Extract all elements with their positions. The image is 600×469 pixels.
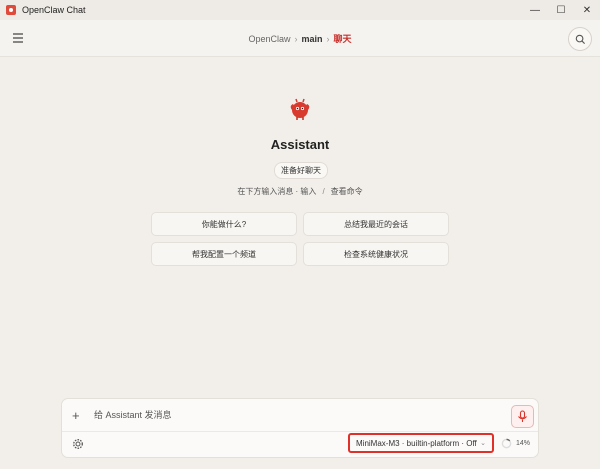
settings-button[interactable]	[72, 437, 84, 455]
suggestion-what-can-you-do[interactable]: 你能做什么?	[151, 212, 297, 236]
close-button[interactable]: ✕	[574, 0, 600, 20]
assistant-name: Assistant	[270, 137, 330, 152]
message-input[interactable]	[94, 407, 494, 423]
model-select-value: MiniMax-M3 · builtin-platform · Off	[356, 438, 477, 448]
composer-divider	[62, 431, 538, 432]
assistant-avatar	[287, 96, 313, 122]
chevron-down-icon: ⌄	[480, 440, 486, 447]
breadcrumb-branch[interactable]: main	[302, 34, 323, 44]
breadcrumb: OpenClaw › main › 聊天	[0, 32, 600, 45]
minimize-button[interactable]: —	[522, 0, 548, 20]
hint-text: 在下方输入消息 · 输入	[237, 187, 317, 196]
context-usage-value: 14%	[515, 440, 530, 447]
title-bar: OpenClaw Chat — ☐ ✕	[0, 0, 600, 20]
suggestion-configure-channel[interactable]: 帮我配置一个频道	[151, 242, 297, 266]
model-select[interactable]: MiniMax-M3 · builtin-platform · Off ⌄	[348, 433, 494, 453]
window-controls: — ☐ ✕	[522, 0, 600, 20]
breadcrumb-separator: ›	[294, 34, 298, 44]
maximize-button[interactable]: ☐	[548, 0, 574, 20]
suggestion-check-health[interactable]: 检查系统健康状况	[303, 242, 449, 266]
status-badge: 准备好聊天	[274, 162, 328, 179]
hint-command-text: 查看命令	[330, 187, 363, 196]
app-logo-icon	[6, 5, 16, 15]
context-ring-icon	[501, 438, 512, 449]
window-title: OpenClaw Chat	[22, 5, 86, 15]
hint-separator: /	[322, 187, 325, 196]
breadcrumb-current: 聊天	[333, 34, 352, 44]
attach-icon[interactable]: +	[72, 408, 80, 423]
input-hint: 在下方输入消息 · 输入 / 查看命令	[0, 186, 600, 197]
search-icon	[575, 34, 585, 44]
microphone-icon	[518, 410, 527, 422]
voice-input-button[interactable]	[511, 405, 534, 428]
breadcrumb-separator: ›	[326, 34, 330, 44]
message-composer: + MiniMax-M3 · builtin-platform · Off ⌄ …	[61, 398, 539, 458]
suggestion-summarize-sessions[interactable]: 总结我最近的会话	[303, 212, 449, 236]
context-usage: 14%	[501, 438, 530, 449]
gear-icon	[73, 439, 83, 449]
app-header: OpenClaw › main › 聊天	[0, 20, 600, 57]
search-button[interactable]	[568, 27, 592, 51]
breadcrumb-root[interactable]: OpenClaw	[248, 34, 290, 44]
